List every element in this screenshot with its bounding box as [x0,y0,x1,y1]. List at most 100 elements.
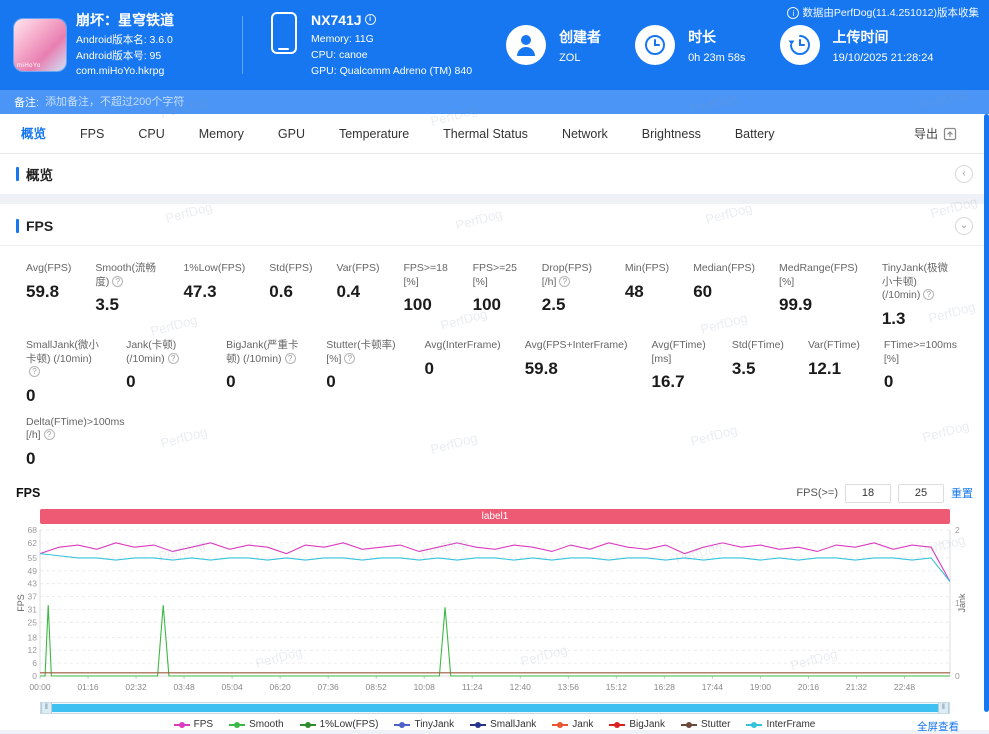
svg-text:0: 0 [32,671,37,681]
metric-var-ftime-: Var(FTime) 12.1 [808,339,860,406]
svg-text:55: 55 [28,553,38,563]
metric-fps-18-%-: FPS>=18 [%] 100 [403,262,448,329]
help-icon[interactable]: ? [559,275,571,287]
series-InterFrame [39,553,951,582]
svg-text:20:16: 20:16 [798,682,820,692]
metric-label: FPS>=25 [%] [472,262,517,288]
svg-text:49: 49 [28,566,38,576]
scrollbar-thumb[interactable] [52,704,938,713]
android-version-name: Android版本名: 3.6.0 [76,33,173,46]
reset-link[interactable]: 重置 [951,485,973,501]
tab-battery[interactable]: Battery [718,114,792,154]
tab-network[interactable]: Network [545,114,625,154]
tab-brightness[interactable]: Brightness [625,114,718,154]
duration-label: 时长 [688,28,717,45]
svg-text:12:40: 12:40 [510,682,532,692]
legend-item-smalljank[interactable]: SmallJank [470,719,536,730]
tab-fps[interactable]: FPS [63,114,121,154]
creator-block: 创建者 ZOL [506,25,601,65]
legend-item-1%low-fps-[interactable]: 1%Low(FPS) [299,719,378,730]
fps-card: FPS ⌄ Avg(FPS) 59.8 Smooth(流畅度)? 3.5 1%Low(F… [0,204,989,733]
legend-item-tinyjank[interactable]: TinyJank [394,719,454,730]
export-button[interactable]: 导出 [914,125,957,142]
metric-label: FPS>=18 [%] [403,262,448,288]
metric-label: TinyJank(极微小卡顿) (/10min)? [881,262,948,302]
svg-text:12: 12 [28,645,38,655]
export-icon [943,127,957,140]
fps-card-title: FPS [26,218,54,234]
tabs: 概览 FPS CPU Memory GPU Temperature Thermal Stat… [4,114,791,154]
legend-item-interframe[interactable]: InterFrame [746,719,815,730]
metric-label: Avg(FTime) [ms] [651,338,706,365]
chart-horizontal-scrollbar[interactable]: ‖ ‖ [40,702,950,715]
svg-text:00:00: 00:00 [29,682,51,692]
metric-row: Avg(FPS) 59.8 Smooth(流畅度)? 3.5 1%Low(FPS) 47.… [26,262,981,329]
metric-label: Std(FTime) [731,338,784,351]
svg-text:FPS: FPS [16,594,26,612]
svg-text:68: 68 [28,525,38,535]
svg-text:15:12: 15:12 [606,682,628,692]
fps-line-chart: 686255494337312518126021000:00 01:16 02:32… [16,525,967,692]
avatar-brand-text: miHoYo [17,63,41,69]
tab-temperature[interactable]: Temperature [322,114,426,154]
metric-value: 100 [403,295,432,315]
package-name: com.miHoYo.hkrpg [76,65,165,78]
svg-text:31: 31 [28,605,38,615]
scrollbar-left-handle[interactable]: ‖ [41,703,52,714]
phone-icon [271,12,297,55]
help-icon[interactable]: ? [43,429,55,441]
device-gpu: GPU: Qualcomm Adreno (TM) 840 [311,64,473,77]
svg-text:13:56: 13:56 [558,682,580,692]
tab-memory[interactable]: Memory [182,114,261,154]
legend-item-smooth[interactable]: Smooth [229,719,284,730]
metric-label: FTime>=100ms [%] [883,338,957,365]
metric-value: 16.7 [651,372,685,392]
upload-time-value: 19/10/2025 21:28:24 [832,51,934,64]
tab-cpu[interactable]: CPU [121,114,181,154]
svg-text:62: 62 [28,538,38,548]
metric-label: Avg(FPS+InterFrame) [524,338,628,351]
fps-threshold-input-1[interactable] [845,483,891,503]
metric-label: Min(FPS) [624,262,670,274]
fps-threshold-input-2[interactable] [898,483,944,503]
notes-input[interactable] [45,96,466,108]
overview-collapse-button[interactable]: ‹ [955,165,973,183]
metric-median-fps-: Median(FPS) 60 [693,262,755,329]
tab-gpu[interactable]: GPU [261,114,322,154]
collect-note: i 数据由PerfDog(11.4.251012)版本收集 [787,5,979,20]
legend-item-fps[interactable]: FPS [173,719,213,730]
metric-delta-ftime-100ms-h-: Delta(FTime)>100ms [/h]? 0 [26,416,130,469]
device-info-icon[interactable]: i [364,14,376,26]
legend-item-bigjank[interactable]: BigJank [609,719,665,730]
metric-value: 60 [693,281,713,301]
scrollbar-right-handle[interactable]: ‖ [938,703,949,714]
metric-label: Drop(FPS) [/h]? [541,262,592,288]
tab-概览[interactable]: 概览 [4,114,63,154]
svg-text:Jank: Jank [957,593,967,613]
metric-value: 48 [624,281,644,301]
fps-metrics: Avg(FPS) 59.8 Smooth(流畅度)? 3.5 1%Low(FPS) 47.… [0,246,989,469]
legend-item-jank[interactable]: Jank [552,719,593,730]
export-label: 导出 [913,127,938,141]
help-icon[interactable]: ? [923,289,935,301]
device-info: NX741J i Memory: 11G CPU: canoe GPU: Qual… [261,10,472,79]
legend-item-stutter[interactable]: Stutter [680,719,730,730]
help-icon[interactable]: ? [167,352,179,364]
help-icon[interactable]: ? [112,275,124,287]
metric-label: Var(FPS) [336,262,380,274]
device-name: NX741J i [311,10,472,31]
help-icon[interactable]: ? [29,366,40,378]
metric-min-fps-: Min(FPS) 48 [625,262,669,329]
help-icon[interactable]: ? [344,352,356,364]
help-icon[interactable]: ? [284,352,296,364]
tab-thermal-status[interactable]: Thermal Status [426,114,545,154]
fps-collapse-button[interactable]: ⌄ [955,217,973,235]
svg-text:2: 2 [955,525,960,535]
metric-label: Jank(卡顿) (/10min)? [126,339,202,366]
metric-value: 59.8 [26,281,60,301]
metric-avg-fps-interframe-: Avg(FPS+InterFrame) 59.8 [525,339,628,406]
metric-value: 0 [883,372,894,392]
metric-label: Stutter(卡顿率) [%]? [326,338,396,365]
page-vertical-scrollbar[interactable] [984,114,989,712]
fullscreen-link[interactable]: 全屏查看 [917,719,959,734]
